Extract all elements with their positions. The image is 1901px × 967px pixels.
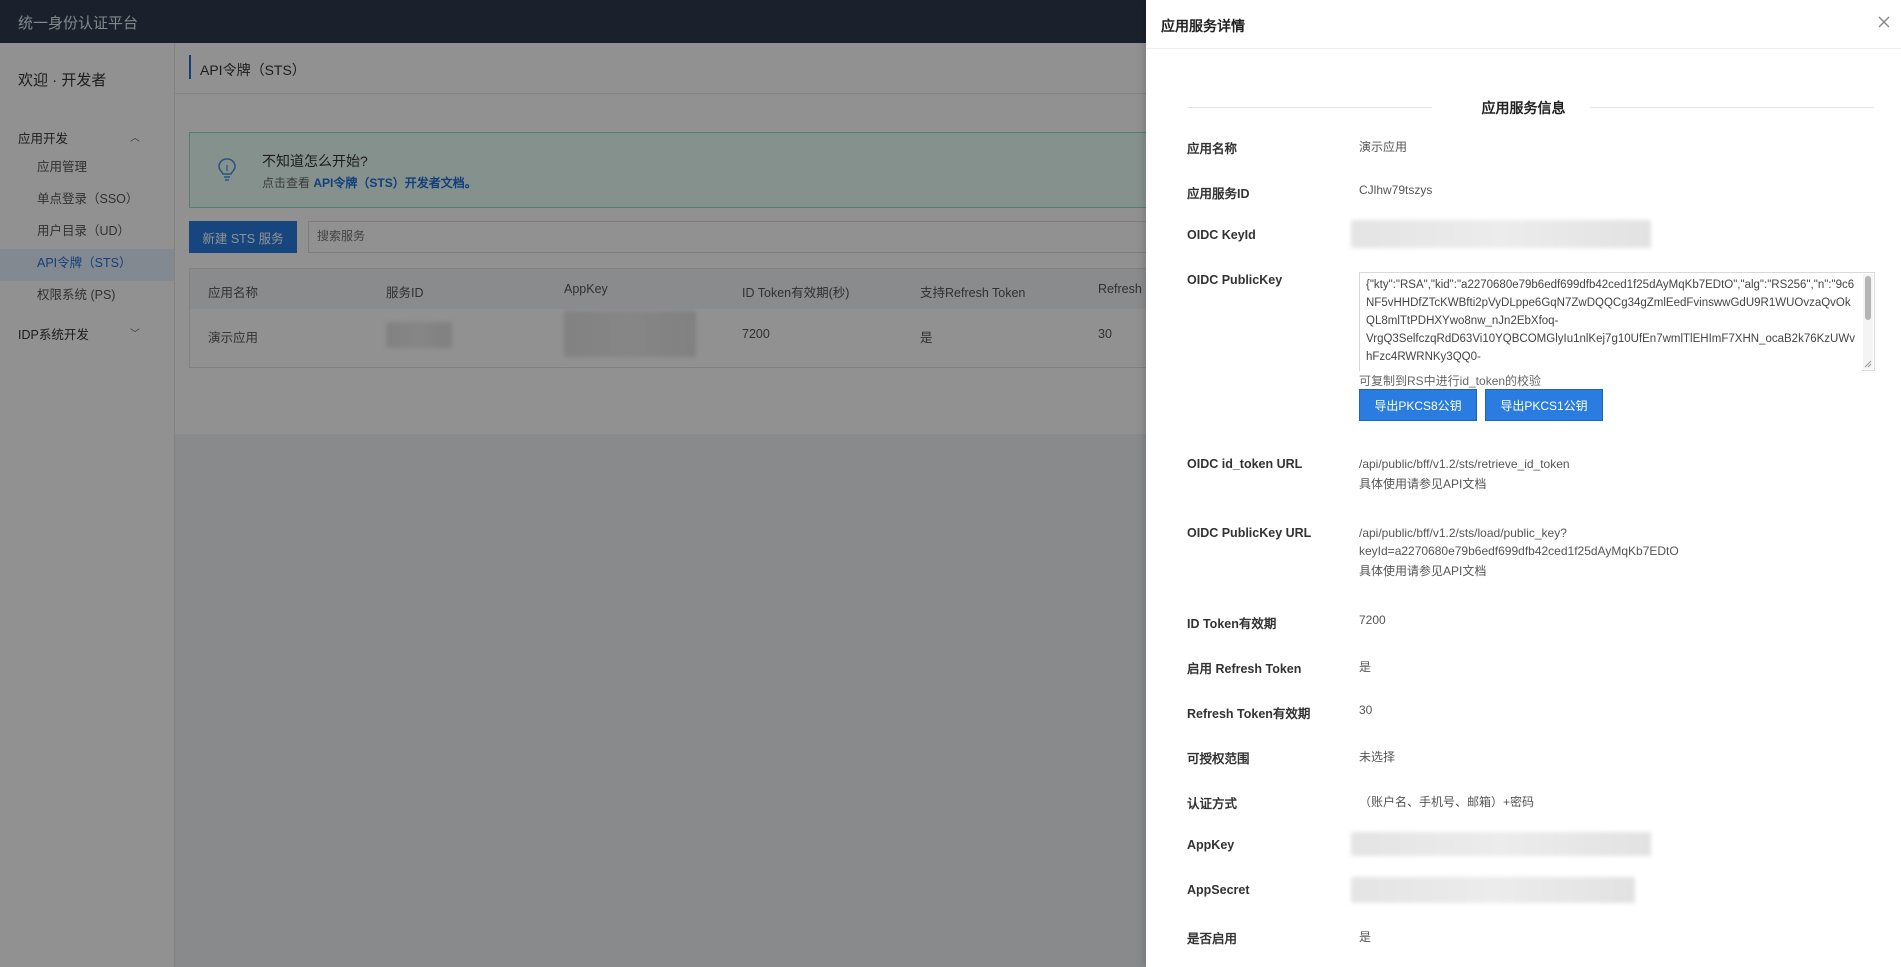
label-appkey: AppKey: [1187, 838, 1235, 852]
label-scope: 可授权范围: [1187, 752, 1250, 766]
resize-handle-icon[interactable]: [1864, 360, 1872, 368]
label-refresh-enabled: 启用 Refresh Token: [1187, 662, 1302, 676]
label-service-id: 应用服务ID: [1187, 187, 1250, 201]
drawer-header: 应用服务详情: [1146, 0, 1901, 49]
value-enabled: 是: [1359, 930, 1372, 944]
label-idtoken-ttl: ID Token有效期: [1187, 617, 1277, 631]
value-app-name: 演示应用: [1359, 140, 1408, 154]
value-refresh-enabled: 是: [1359, 660, 1372, 674]
value-publickey-url-1: /api/public/bff/v1.2/sts/load/public_key…: [1359, 526, 1567, 540]
label-app-name: 应用名称: [1187, 142, 1238, 156]
export-pkcs8-button[interactable]: 导出PKCS8公钥: [1359, 389, 1477, 421]
drawer-title: 应用服务详情: [1161, 18, 1245, 34]
label-idtoken-url: OIDC id_token URL: [1187, 457, 1303, 471]
value-scope: 未选择: [1359, 750, 1396, 764]
publickey-textarea[interactable]: {"kty":"RSA","kid":"a2270680e79b6edf699d…: [1360, 273, 1862, 372]
value-appsecret-redacted: [1351, 877, 1635, 903]
section-title: 应用服务信息: [1481, 100, 1566, 116]
publickey-hint: 可复制到RS中进行id_token的校验: [1359, 374, 1542, 388]
scrollbar-thumb[interactable]: [1865, 276, 1871, 320]
label-keyid: OIDC KeyId: [1187, 228, 1256, 242]
export-pkcs1-button[interactable]: 导出PKCS1公钥: [1485, 389, 1603, 421]
value-appkey-redacted: [1351, 832, 1651, 856]
value-service-id: CJlhw79tszys: [1359, 183, 1433, 197]
publickey-box: {"kty":"RSA","kid":"a2270680e79b6edf699d…: [1359, 272, 1875, 372]
value-refresh-ttl: 30: [1359, 703, 1373, 717]
label-enabled: 是否启用: [1187, 932, 1238, 946]
label-appsecret: AppSecret: [1187, 883, 1250, 897]
note-publickey-url: 具体使用请参见API文档: [1359, 564, 1487, 578]
value-auth-method: （账户名、手机号、邮箱）+密码: [1359, 795, 1535, 809]
close-icon[interactable]: [1876, 14, 1892, 30]
value-idtoken-url: /api/public/bff/v1.2/sts/retrieve_id_tok…: [1359, 457, 1570, 471]
note-idtoken-url: 具体使用请参见API文档: [1359, 477, 1487, 491]
label-auth-method: 认证方式: [1187, 797, 1238, 811]
value-idtoken-ttl: 7200: [1359, 613, 1386, 627]
label-publickey-url: OIDC PublicKey URL: [1187, 526, 1312, 540]
label-refresh-ttl: Refresh Token有效期: [1187, 707, 1311, 721]
detail-drawer: 应用服务详情 应用服务信息 应用名称 演示应用 应用服务ID CJlhw79ts…: [1146, 0, 1901, 967]
section-divider-right: [1590, 107, 1874, 108]
publickey-scrollbar[interactable]: [1863, 274, 1873, 369]
value-publickey-url-2: keyId=a2270680e79b6edf699dfb42ced1f25dAy…: [1359, 544, 1679, 558]
value-keyid-redacted: [1351, 220, 1651, 248]
label-publickey: OIDC PublicKey: [1187, 273, 1283, 287]
